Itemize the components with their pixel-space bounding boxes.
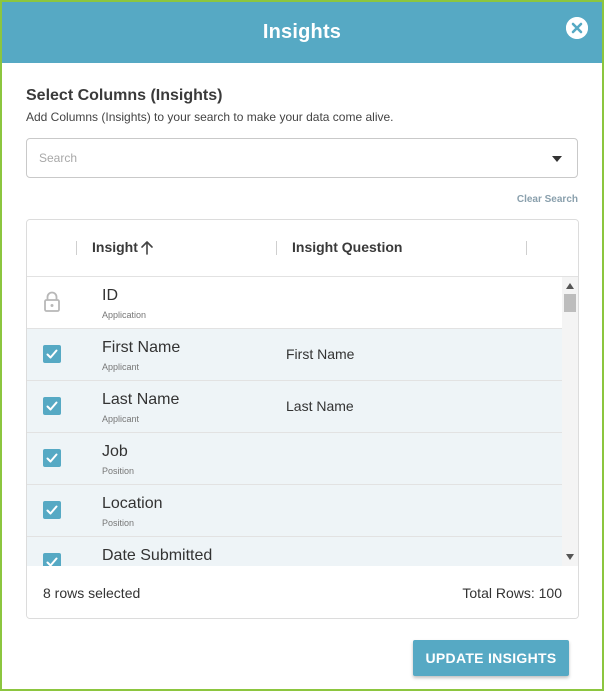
- clear-search-link[interactable]: Clear Search: [517, 194, 578, 205]
- insight-category: Application: [102, 310, 147, 320]
- insight-question: Last Name: [286, 398, 354, 414]
- scroll-up-arrow-icon[interactable]: [566, 283, 574, 289]
- scroll-down-arrow-icon[interactable]: [566, 554, 574, 560]
- insight-name: Date Submitted: [102, 547, 213, 564]
- table-scrollbar[interactable]: [562, 277, 578, 566]
- insight-name: Location: [102, 495, 163, 512]
- rows-selected-count: 8 rows selected: [43, 585, 141, 601]
- update-insights-button[interactable]: UPDATE INSIGHTS: [413, 640, 569, 676]
- row-checkbox[interactable]: [43, 449, 61, 467]
- insight-category: Applicant: [102, 414, 140, 424]
- dialog-title: Insights: [262, 21, 342, 43]
- table-row[interactable]: Job Position: [27, 433, 562, 485]
- total-rows-count: Total Rows: 100: [462, 585, 562, 601]
- table-row[interactable]: ID Application: [27, 277, 562, 329]
- table-row[interactable]: Last Name Applicant Last Name: [27, 381, 562, 433]
- checkbox-checked-icon: [46, 401, 58, 411]
- table-row[interactable]: Location Position: [27, 485, 562, 537]
- search-input[interactable]: [39, 139, 539, 177]
- search-select[interactable]: [26, 138, 578, 178]
- column-header-insight[interactable]: Insight: [92, 239, 138, 255]
- column-separator: [526, 241, 527, 255]
- table-row[interactable]: Date Submitted: [27, 537, 562, 566]
- insight-category: Applicant: [102, 362, 140, 372]
- insights-dialog: Insights Select Columns (Insights) Add C…: [0, 0, 604, 691]
- insight-name: ID: [102, 287, 118, 304]
- checkbox-checked-icon: [46, 453, 58, 463]
- checkbox-checked-icon: [46, 349, 58, 359]
- row-checkbox[interactable]: [43, 345, 61, 363]
- close-button[interactable]: [566, 17, 588, 39]
- close-icon: [566, 17, 588, 39]
- checkbox-checked-icon: [46, 505, 58, 515]
- row-checkbox[interactable]: [43, 553, 61, 566]
- checkbox-checked-icon: [46, 557, 58, 566]
- lock-icon: [44, 291, 60, 312]
- insight-category: Position: [102, 466, 135, 476]
- section-subtitle: Add Columns (Insights) to your search to…: [26, 110, 394, 124]
- caret-down-icon[interactable]: [551, 155, 563, 163]
- column-separator: [276, 241, 277, 255]
- insights-table: Insight Insight Question ID Application: [26, 219, 579, 619]
- row-checkbox[interactable]: [43, 501, 61, 519]
- insight-question: First Name: [286, 346, 355, 362]
- insight-name: Last Name: [102, 391, 180, 408]
- table-footer: 8 rows selected Total Rows: 100: [27, 566, 578, 618]
- table-header: Insight Insight Question: [27, 220, 578, 277]
- arrow-up-icon[interactable]: [140, 240, 154, 256]
- column-separator: [76, 241, 77, 255]
- row-checkbox[interactable]: [43, 397, 61, 415]
- dialog-header: Insights: [2, 2, 602, 63]
- scroll-thumb[interactable]: [564, 294, 576, 312]
- table-body: ID Application First Name Applicant Firs…: [27, 277, 562, 566]
- insight-category: Position: [102, 518, 135, 528]
- table-row[interactable]: First Name Applicant First Name: [27, 329, 562, 381]
- insight-name: Job: [102, 443, 128, 460]
- column-header-insight-question[interactable]: Insight Question: [292, 239, 402, 255]
- section-title: Select Columns (Insights): [26, 87, 223, 104]
- insight-name: First Name: [102, 339, 181, 356]
